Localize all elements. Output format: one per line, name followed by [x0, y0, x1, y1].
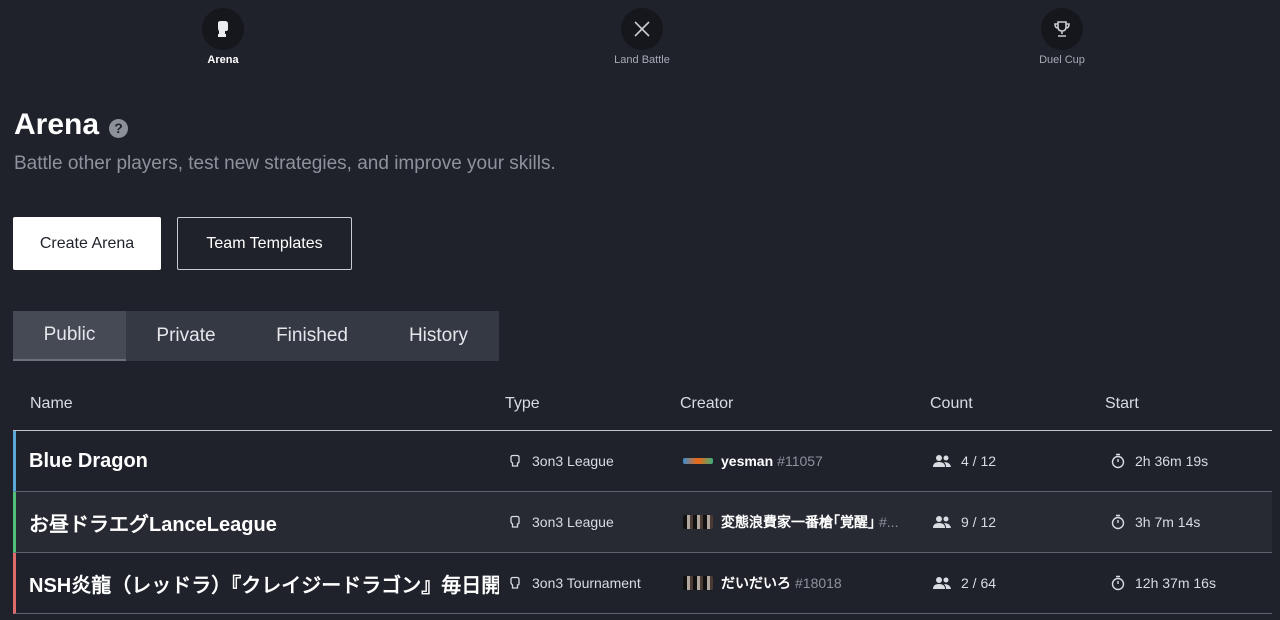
- creator-name: yesman: [721, 453, 774, 469]
- count-label: 9 / 12: [961, 514, 997, 530]
- arena-type: 3on3 League: [508, 431, 614, 491]
- tab-history[interactable]: History: [378, 311, 499, 361]
- crossed-swords-icon: [621, 8, 663, 50]
- table-row[interactable]: NSH炎龍（レッドラ）『クレイジードラゴン』毎日開催 3on3 Tourname…: [13, 553, 1272, 614]
- arena-creator[interactable]: だいだいろ #18018: [683, 553, 913, 613]
- nav-item-arena[interactable]: Arena: [163, 8, 283, 66]
- boxing-glove-icon: [508, 515, 522, 529]
- nav-item-duel-cup[interactable]: Duel Cup: [1002, 8, 1122, 66]
- creator-name: 変態浪費家一番槍｢覚醒｣: [721, 514, 875, 530]
- nav-item-land-battle[interactable]: Land Battle: [582, 8, 702, 66]
- arena-name[interactable]: Blue Dragon: [29, 431, 489, 491]
- start-time: 2h 36m 19s: [1135, 453, 1209, 469]
- avatar: [683, 458, 713, 464]
- stopwatch-icon: [1111, 575, 1125, 591]
- page-header: Arena ?: [14, 108, 129, 142]
- page-subtitle: Battle other players, test new strategie…: [14, 153, 556, 174]
- users-icon: [933, 454, 951, 468]
- arena-name[interactable]: お昼ドラエグLanceLeague: [29, 492, 489, 552]
- boxing-glove-icon: [508, 454, 522, 468]
- arena-type: 3on3 League: [508, 492, 614, 552]
- avatar: [683, 576, 713, 590]
- table-row[interactable]: Blue Dragon 3on3 League yesman #11057 4 …: [13, 431, 1272, 492]
- column-header-type[interactable]: Type: [505, 395, 540, 413]
- arena-name[interactable]: NSH炎龍（レッドラ）『クレイジードラゴン』毎日開催: [29, 553, 499, 613]
- table-row[interactable]: お昼ドラエグLanceLeague 3on3 League 変態浪費家一番槍｢覚…: [13, 492, 1272, 553]
- arena-start: 3h 7m 14s: [1111, 492, 1200, 552]
- nav-label: Land Battle: [614, 54, 670, 66]
- creator-tag: #...: [879, 514, 899, 530]
- column-header-start[interactable]: Start: [1105, 395, 1139, 413]
- create-arena-button[interactable]: Create Arena: [13, 217, 161, 270]
- arena-creator[interactable]: yesman #11057: [683, 431, 913, 491]
- trophy-icon: [1041, 8, 1083, 50]
- nav-label: Duel Cup: [1039, 54, 1085, 66]
- arena-type-label: 3on3 Tournament: [532, 575, 641, 591]
- arena-count: 9 / 12: [933, 492, 996, 552]
- table-header: Name Type Creator Count Start: [13, 380, 1272, 431]
- column-header-count[interactable]: Count: [930, 395, 973, 413]
- creator-tag: #18018: [795, 575, 842, 591]
- tab-private[interactable]: Private: [126, 311, 246, 361]
- count-label: 4 / 12: [961, 453, 997, 469]
- boxing-glove-icon: [508, 576, 522, 590]
- avatar: [683, 515, 713, 529]
- arena-type: 3on3 Tournament: [508, 553, 641, 613]
- start-time: 3h 7m 14s: [1135, 514, 1201, 530]
- arena-count: 2 / 64: [933, 553, 996, 613]
- count-label: 2 / 64: [961, 575, 997, 591]
- arena-creator[interactable]: 変態浪費家一番槍｢覚醒｣ #...: [683, 492, 913, 552]
- help-icon[interactable]: ?: [109, 118, 129, 138]
- start-time: 12h 37m 16s: [1135, 575, 1216, 591]
- tab-finished[interactable]: Finished: [246, 311, 378, 361]
- arena-table: Name Type Creator Count Start Blue Drago…: [13, 380, 1272, 614]
- users-icon: [933, 576, 951, 590]
- boxing-glove-icon: [202, 8, 244, 50]
- column-header-creator[interactable]: Creator: [680, 395, 733, 413]
- page-title: Arena: [14, 108, 100, 141]
- creator-tag: #11057: [777, 453, 823, 469]
- stopwatch-icon: [1111, 453, 1125, 469]
- tab-public[interactable]: Public: [13, 311, 126, 361]
- arena-type-label: 3on3 League: [532, 453, 614, 469]
- arena-count: 4 / 12: [933, 431, 996, 491]
- creator-name: だいだいろ: [721, 575, 791, 591]
- nav-label: Arena: [207, 54, 239, 66]
- top-nav: Arena Land Battle Duel Cup: [0, 0, 1280, 80]
- arena-start: 2h 36m 19s: [1111, 431, 1208, 491]
- team-templates-button[interactable]: Team Templates: [177, 217, 352, 270]
- arena-tabs: Public Private Finished History: [13, 311, 499, 361]
- users-icon: [933, 515, 951, 529]
- stopwatch-icon: [1111, 514, 1125, 530]
- arena-type-label: 3on3 League: [532, 514, 614, 530]
- arena-start: 12h 37m 16s: [1111, 553, 1216, 613]
- column-header-name[interactable]: Name: [30, 395, 73, 413]
